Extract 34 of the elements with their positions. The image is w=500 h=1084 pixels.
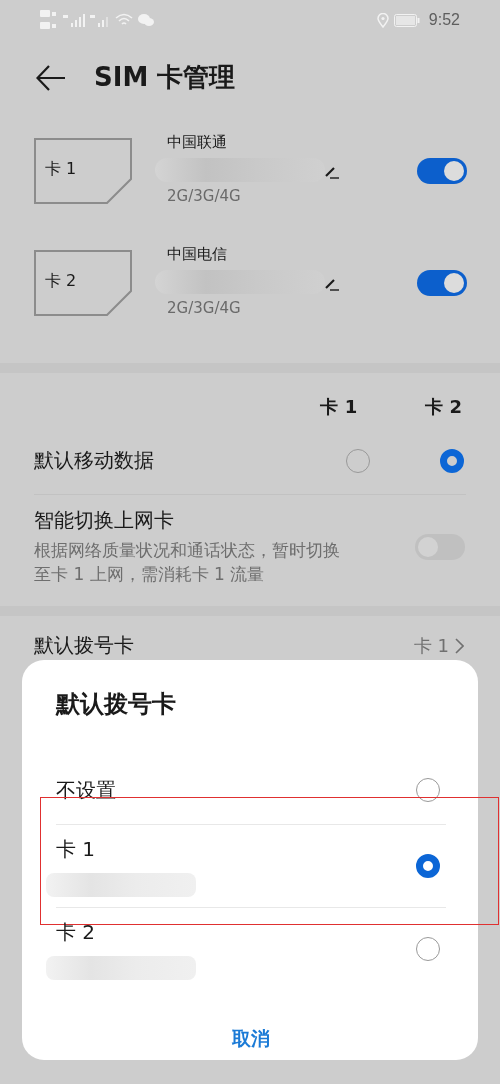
chevron-icon (455, 637, 464, 654)
setting-value: 卡 1 (413, 633, 449, 658)
signal-icon (63, 13, 85, 27)
edit-icon[interactable] (325, 277, 339, 291)
page-title: SIM 卡管理 (94, 61, 236, 94)
wifi-icon (115, 13, 133, 27)
setting-label: 默认拨号卡 (34, 632, 134, 659)
back-arrow-icon[interactable] (36, 64, 66, 91)
sim-toggle[interactable] (417, 158, 467, 184)
network-type: 2G/3G/4G (167, 299, 242, 317)
hd-icon (40, 9, 58, 31)
option-label[interactable]: 卡 1 (56, 835, 196, 863)
setting-description: 根据网络质量状况和通话状态，暂时切换至卡 1 上网，需消耗卡 1 流量 (34, 539, 341, 586)
edit-icon[interactable] (325, 165, 339, 179)
sim-toggle[interactable] (417, 270, 467, 296)
chat-icon (138, 13, 154, 27)
column-header: 卡 1 (320, 395, 358, 419)
cancel-button[interactable]: 取消 (216, 1020, 286, 1058)
radio-button[interactable] (416, 854, 440, 878)
status-time: 9:52 (428, 11, 460, 29)
column-header: 卡 2 (425, 395, 462, 419)
radio-button[interactable] (440, 448, 464, 473)
carrier-name: 中国电信 (167, 245, 228, 264)
signal-icon (90, 13, 110, 27)
location-icon (376, 12, 389, 28)
sim-label: 卡 2 (45, 271, 77, 292)
sim-label: 卡 1 (45, 159, 77, 180)
carrier-name: 中国联通 (167, 133, 228, 152)
setting-label: 默认移动数据 (34, 447, 154, 474)
battery-icon (393, 13, 420, 27)
option-label[interactable]: 卡 2 (56, 918, 196, 946)
network-type: 2G/3G/4G (167, 187, 242, 205)
dialog-title: 默认拨号卡 (56, 689, 177, 720)
setting-label: 智能切换上网卡 (34, 507, 175, 534)
